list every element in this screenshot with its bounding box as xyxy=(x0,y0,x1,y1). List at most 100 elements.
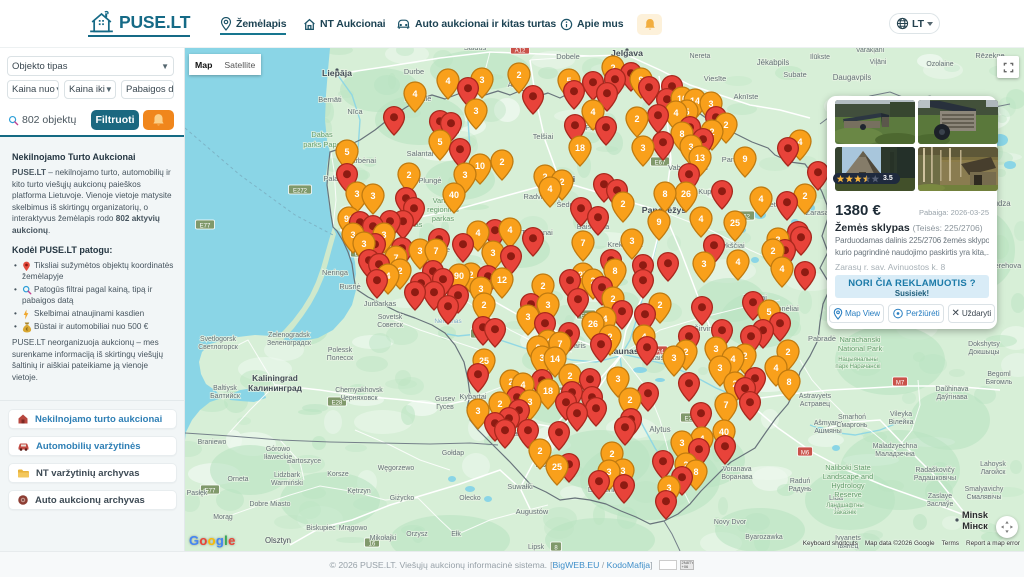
svg-text:3: 3 xyxy=(473,106,478,116)
svg-text:Mikołajki: Mikołajki xyxy=(370,535,397,542)
svg-text:2: 2 xyxy=(785,347,790,357)
svg-text:3: 3 xyxy=(615,374,620,384)
svg-text:2: 2 xyxy=(537,446,542,456)
svg-text:3: 3 xyxy=(475,406,480,416)
svg-text:Светлогорск: Светлогорск xyxy=(198,344,239,351)
svg-text:Górowo: Górowo xyxy=(266,446,290,453)
svg-text:18: 18 xyxy=(543,386,553,396)
svg-text:Saldus: Saldus xyxy=(464,48,487,52)
svg-text:8: 8 xyxy=(612,266,617,276)
svg-text:3: 3 xyxy=(701,259,706,269)
svg-text:Giżycko: Giżycko xyxy=(390,495,415,502)
svg-text:Балтийск: Балтийск xyxy=(210,392,241,400)
svg-text:9: 9 xyxy=(742,154,747,164)
svg-text:Гусев: Гусев xyxy=(436,404,454,411)
svg-text:8: 8 xyxy=(693,467,698,477)
svg-text:4: 4 xyxy=(590,107,595,117)
svg-text:Jēkabpils: Jēkabpils xyxy=(757,58,790,67)
svg-text:Telšiai: Telšiai xyxy=(533,132,554,141)
svg-text:Subate: Subate xyxy=(783,70,806,79)
svg-text:14: 14 xyxy=(550,354,560,364)
svg-text:26: 26 xyxy=(681,189,691,199)
svg-text:Маладзечна: Маладзечна xyxy=(875,451,915,458)
svg-text:8: 8 xyxy=(786,377,791,387)
svg-text:Radaškovičy: Radaškovičy xyxy=(915,467,955,474)
svg-text:7: 7 xyxy=(433,246,438,256)
svg-text:Dobele: Dobele xyxy=(556,52,579,61)
svg-text:4: 4 xyxy=(735,257,740,267)
svg-text:Радунь: Радунь xyxy=(788,486,811,493)
svg-text:Астравец: Астравец xyxy=(800,401,830,408)
svg-text:3: 3 xyxy=(417,246,422,256)
svg-text:Byarozawka: Byarozawka xyxy=(745,534,783,541)
svg-text:4: 4 xyxy=(773,363,778,373)
svg-text:Pabradė: Pabradė xyxy=(808,334,836,343)
svg-text:2: 2 xyxy=(609,449,614,459)
svg-text:4: 4 xyxy=(730,354,735,364)
svg-text:4: 4 xyxy=(445,76,450,86)
svg-text:2: 2 xyxy=(499,157,504,167)
svg-text:16: 16 xyxy=(369,541,376,547)
svg-text:Plungė: Plungė xyxy=(418,176,441,185)
svg-text:3: 3 xyxy=(671,353,676,363)
svg-text:Iławeckie: Iławeckie xyxy=(264,454,293,461)
svg-text:Viļāni: Viļāni xyxy=(870,59,887,66)
svg-text:8: 8 xyxy=(662,189,667,199)
svg-text:Dobre Miasto: Dobre Miasto xyxy=(250,501,291,508)
svg-text:National Park: National Park xyxy=(838,344,883,353)
svg-text:Raduń: Raduń xyxy=(790,478,810,485)
svg-text:2: 2 xyxy=(802,191,807,201)
svg-text:Minsk: Minsk xyxy=(962,510,989,520)
svg-text:Черняховск: Черняховск xyxy=(340,395,378,402)
svg-text:4: 4 xyxy=(412,89,417,99)
svg-text:2: 2 xyxy=(567,371,572,381)
svg-text:Orzysz: Orzysz xyxy=(406,531,428,538)
svg-text:Olsztyn: Olsztyn xyxy=(265,536,291,545)
svg-text:Lidzbark: Lidzbark xyxy=(274,472,301,479)
svg-text:Воранава: Воранава xyxy=(721,474,752,481)
svg-text:Baltiysk: Baltiysk xyxy=(213,385,237,392)
svg-text:Maladzyechna: Maladzyechna xyxy=(873,443,918,450)
svg-text:Begoml: Begoml xyxy=(987,371,1011,378)
svg-text:Kaliningrad: Kaliningrad xyxy=(252,373,298,383)
svg-text:Зеленоградск: Зеленоградск xyxy=(267,340,312,347)
svg-text:Durbe: Durbe xyxy=(404,67,424,76)
svg-text:Neringa: Neringa xyxy=(322,268,349,277)
svg-text:parkas: parkas xyxy=(432,214,454,223)
svg-text:3: 3 xyxy=(629,236,634,246)
svg-text:Reserve: Reserve xyxy=(834,490,862,499)
svg-text:parks Pape: parks Pape xyxy=(303,140,340,149)
svg-text:Jurbarkas: Jurbarkas xyxy=(364,299,397,308)
svg-text:5: 5 xyxy=(437,137,442,147)
svg-text:7: 7 xyxy=(723,400,728,410)
svg-text:Лагойск: Лагойск xyxy=(981,468,1007,476)
svg-text:3: 3 xyxy=(370,191,375,201)
svg-text:3: 3 xyxy=(545,300,550,310)
svg-text:Zaslaye: Zaslaye xyxy=(928,493,952,500)
svg-text:Даўгінава: Даўгінава xyxy=(936,393,967,401)
svg-text:5: 5 xyxy=(344,147,349,157)
svg-text:заказнік: заказнік xyxy=(834,510,857,516)
svg-text:40: 40 xyxy=(449,190,459,200)
svg-text:2: 2 xyxy=(620,199,625,209)
svg-text:Astravyets: Astravyets xyxy=(799,393,832,400)
svg-text:Sovetsk: Sovetsk xyxy=(378,314,403,321)
svg-text:Kętrzyn: Kętrzyn xyxy=(347,488,371,495)
svg-text:Смаргонь: Смаргонь xyxy=(837,422,868,429)
svg-text:Landscape and: Landscape and xyxy=(823,472,874,481)
svg-text:Ełk: Ełk xyxy=(451,531,461,538)
svg-text:Braniewo: Braniewo xyxy=(198,439,227,446)
svg-text:M6: M6 xyxy=(801,450,810,456)
svg-text:Daugavpils: Daugavpils xyxy=(833,73,872,82)
svg-text:Bernāti: Bernāti xyxy=(318,95,342,104)
svg-text:4: 4 xyxy=(758,194,763,204)
svg-text:4: 4 xyxy=(475,228,480,238)
svg-text:Полесск: Полесск xyxy=(327,355,354,362)
svg-text:4: 4 xyxy=(547,184,552,194)
svg-text:Gusev: Gusev xyxy=(435,396,455,403)
svg-text:2: 2 xyxy=(610,294,615,304)
svg-text:Voranava: Voranava xyxy=(722,466,751,473)
svg-text:4: 4 xyxy=(779,264,784,274)
svg-text:4: 4 xyxy=(673,108,678,118)
svg-text:25: 25 xyxy=(730,218,740,228)
